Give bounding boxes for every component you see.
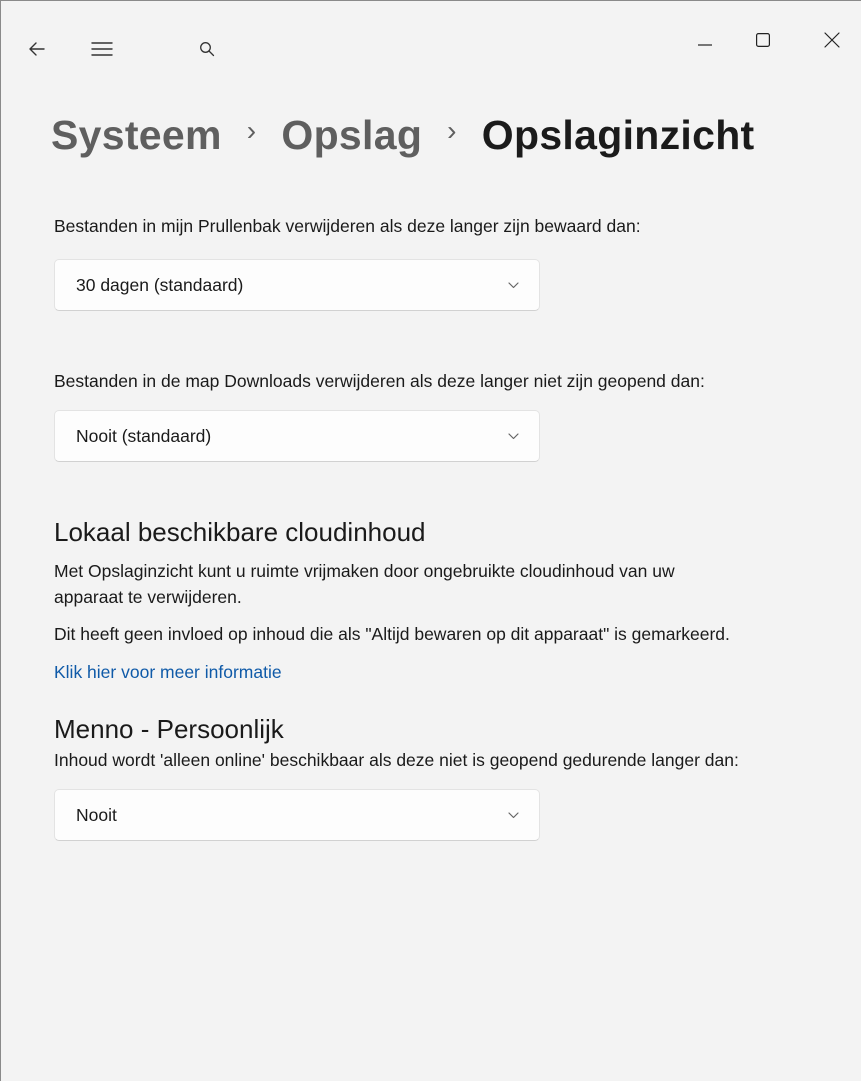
page-title: Opslaginzicht xyxy=(481,111,755,158)
cloud-content-paragraph-1: Met Opslaginzicht kunt u ruimte vrijmake… xyxy=(54,561,675,607)
search-icon[interactable] xyxy=(193,37,221,61)
hamburger-menu-icon[interactable] xyxy=(88,37,116,61)
back-arrow-icon[interactable] xyxy=(23,37,51,61)
breadcrumb-separator: › xyxy=(246,115,257,146)
downloads-dropdown-value: Nooit (standaard) xyxy=(76,425,212,446)
downloads-dropdown[interactable]: Nooit (standaard) xyxy=(54,410,540,462)
title-bar xyxy=(1,1,861,91)
recycle-bin-description: Bestanden in mijn Prullenbak verwijderen… xyxy=(54,216,641,236)
breadcrumb-item-systeem[interactable]: Systeem xyxy=(51,112,222,159)
settings-window: Systeem › Opslag › Opslaginzicht Bestand… xyxy=(0,0,861,1081)
close-button[interactable] xyxy=(809,27,855,57)
breadcrumb-separator: › xyxy=(447,115,457,146)
account-dropdown-value: Nooit xyxy=(76,804,117,825)
more-info-link[interactable]: Klik hier voor meer informatie xyxy=(54,662,282,682)
breadcrumb-item-opslag[interactable]: Opslag xyxy=(281,112,422,159)
close-icon xyxy=(824,31,840,53)
cloud-content-heading: Lokaal beschikbare cloudinhoud xyxy=(54,517,426,547)
maximize-icon xyxy=(756,32,771,52)
cloud-content-paragraph-2: Dit heeft geen invloed op inhoud die als… xyxy=(54,624,730,644)
chevron-down-icon xyxy=(508,432,519,440)
breadcrumb: Systeem › Opslag › Opslaginzicht xyxy=(51,105,755,165)
chevron-down-icon xyxy=(508,281,519,289)
recycle-bin-dropdown[interactable]: 30 dagen (standaard) xyxy=(54,259,540,311)
settings-content: Bestanden in mijn Prullenbak verwijderen… xyxy=(54,213,834,841)
minimize-icon xyxy=(698,33,712,51)
chevron-down-icon xyxy=(508,811,519,819)
minimize-button[interactable] xyxy=(682,27,728,57)
maximize-button[interactable] xyxy=(740,27,786,57)
account-online-only-dropdown[interactable]: Nooit xyxy=(54,789,540,841)
recycle-bin-dropdown-value: 30 dagen (standaard) xyxy=(76,274,244,295)
downloads-description: Bestanden in de map Downloads verwijdere… xyxy=(54,371,705,391)
account-heading: Menno - Persoonlijk xyxy=(54,714,284,744)
account-description: Inhoud wordt 'alleen online' beschikbaar… xyxy=(54,750,739,770)
